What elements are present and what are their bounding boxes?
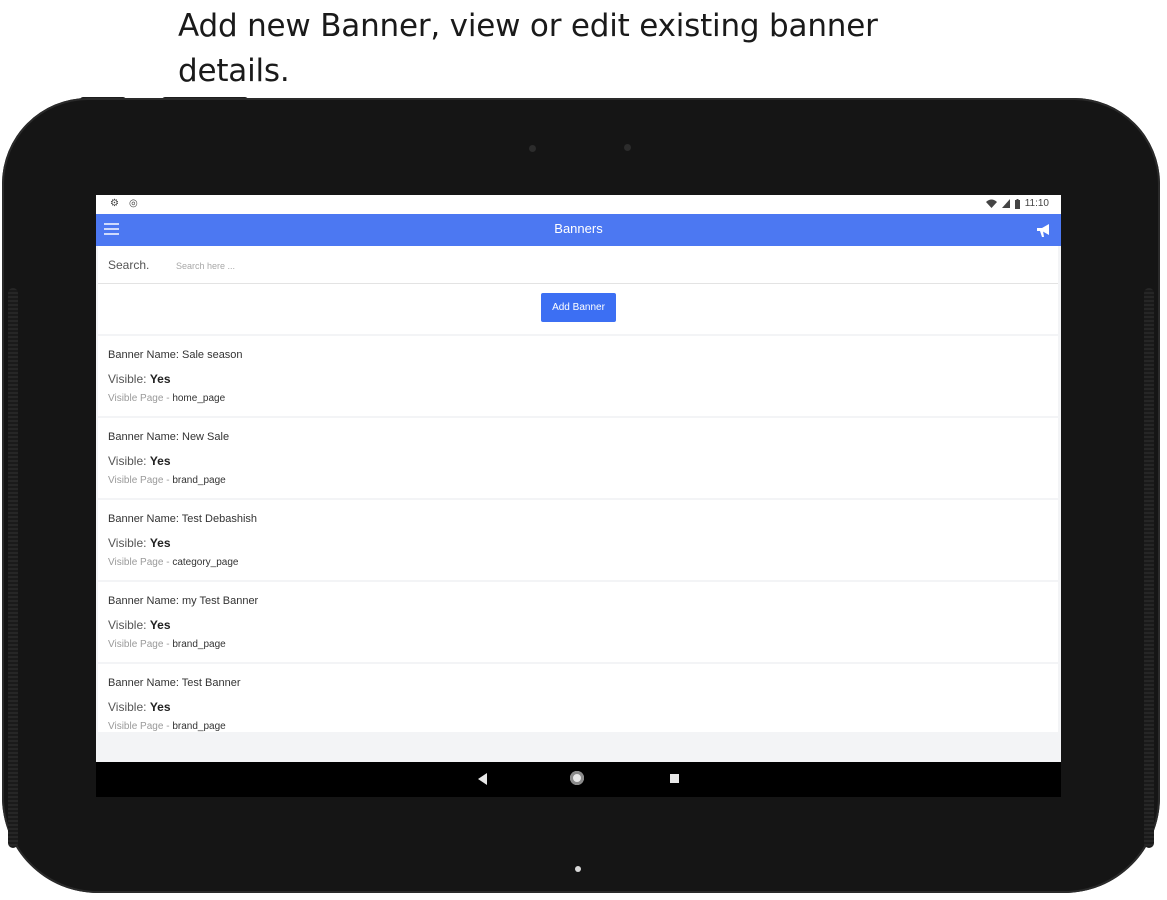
banner-name: Banner Name: my Test Banner (108, 595, 259, 607)
caption-text: Add new Banner, view or edit existing ba… (178, 8, 878, 89)
banner-list[interactable]: Banner Name: Sale season Visible: Yes Vi… (98, 336, 1058, 732)
banner-visible-page: Visible Page - brand_page (108, 475, 226, 486)
banner-visible: Visible: Yes (108, 536, 171, 550)
front-sensor (529, 145, 536, 152)
banner-name: Banner Name: Test Debashish (108, 513, 258, 525)
android-nav-bar (96, 762, 1061, 797)
banner-visible-page: Visible Page - brand_page (108, 639, 226, 650)
banner-list-item[interactable]: Banner Name: my Test Banner Visible: Yes… (98, 582, 1058, 662)
banner-name: Banner Name: New Sale (108, 431, 230, 443)
banner-visible-page: Visible Page - home_page (108, 393, 226, 404)
status-bar: ⚙ ◎ 11:10 (96, 195, 1061, 214)
device-screen: ⚙ ◎ 11:10 Banners Search. Add Banner Ban… (96, 195, 1061, 797)
banner-visible-page: Visible Page - category_page (108, 557, 239, 568)
banner-list-item[interactable]: Banner Name: New Sale Visible: Yes Visib… (98, 418, 1058, 498)
left-speaker-grille (8, 288, 18, 848)
right-speaker-grille (1144, 288, 1154, 848)
search-bar: Search. (98, 246, 1058, 284)
banner-visible: Visible: Yes (108, 700, 171, 714)
search-label: Search. (108, 258, 150, 272)
banner-list-item[interactable]: Banner Name: Sale season Visible: Yes Vi… (98, 336, 1058, 416)
banner-visible: Visible: Yes (108, 618, 171, 632)
banner-visible: Visible: Yes (108, 454, 171, 468)
front-camera (624, 144, 631, 151)
banner-visible-page: Visible Page - brand_page (108, 721, 226, 732)
banner-name: Banner Name: Test Banner (108, 677, 241, 689)
add-banner-panel: Add Banner (98, 284, 1058, 334)
app-bar: Banners (96, 214, 1061, 246)
megaphone-icon[interactable] (1035, 221, 1053, 239)
recents-icon[interactable] (670, 774, 679, 783)
wifi-icon (985, 199, 997, 208)
home-icon[interactable] (570, 771, 584, 785)
signal-icon (1001, 199, 1010, 208)
add-banner-button[interactable]: Add Banner (541, 293, 616, 322)
banner-list-item[interactable]: Banner Name: Test Debashish Visible: Yes… (98, 500, 1058, 580)
page-title: Banners (554, 221, 603, 236)
banner-name: Banner Name: Sale season (108, 349, 243, 361)
circle-icon: ◎ (128, 198, 138, 209)
banner-visible: Visible: Yes (108, 372, 171, 386)
settings-icon: ⚙ (110, 198, 119, 209)
search-input[interactable] (174, 255, 1038, 277)
tablet-home-indicator (575, 866, 581, 872)
battery-icon (1014, 198, 1020, 209)
status-time: 11:10 (1024, 198, 1049, 209)
banner-list-item[interactable]: Banner Name: Test Banner Visible: Yes Vi… (98, 664, 1058, 732)
back-icon[interactable] (478, 773, 487, 785)
